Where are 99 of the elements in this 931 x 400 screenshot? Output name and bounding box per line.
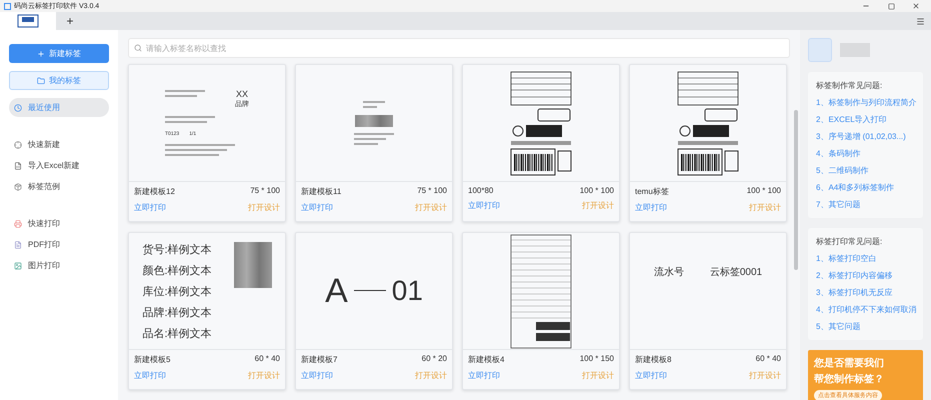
- preview-text: 流水号: [654, 266, 684, 279]
- help-title: 标签制作常见问题:: [816, 80, 884, 91]
- clock-icon: [14, 104, 22, 112]
- my-labels-button[interactable]: 我的标签: [9, 71, 109, 90]
- folder-icon: [37, 76, 45, 84]
- logo-icon: [17, 14, 39, 28]
- design-link[interactable]: 打开设计: [582, 370, 614, 381]
- preview-text: 颜色:样例文本: [142, 264, 212, 278]
- template-size: 100 * 150: [580, 354, 614, 365]
- help-link[interactable]: 5、二维码制作: [816, 165, 915, 176]
- design-link[interactable]: 打开设计: [749, 370, 781, 381]
- text-lines-drawing: [165, 88, 205, 98]
- search-field[interactable]: 请输入标签名称以查找: [128, 38, 790, 58]
- help-link[interactable]: 2、标签打印内容偏移: [816, 270, 915, 281]
- new-tab-button[interactable]: +: [56, 12, 84, 30]
- crosshair-icon: [14, 140, 22, 148]
- banner-headline: 帮您制作标签？: [814, 374, 885, 386]
- help-link[interactable]: 2、EXCEL导入打印: [816, 114, 915, 125]
- template-card[interactable]: 新建模板11 75 * 100 立即打印 打开设计: [295, 64, 453, 222]
- design-link[interactable]: 打开设计: [749, 202, 781, 213]
- preview-text: 库位:样例文本: [142, 284, 212, 298]
- print-link[interactable]: 立即打印: [635, 370, 667, 381]
- print-link[interactable]: 立即打印: [301, 370, 333, 381]
- template-size: 75 * 100: [417, 186, 447, 197]
- template-name: 新建模板7: [301, 354, 338, 365]
- preview-text: 01: [392, 275, 423, 307]
- app-logo-icon: [4, 2, 11, 10]
- text-lines-drawing: [354, 132, 394, 146]
- search-icon: [134, 44, 142, 52]
- template-name: 新建模板4: [468, 354, 504, 365]
- help-link[interactable]: 7、其它问题: [816, 199, 915, 210]
- template-card[interactable]: A 01 新建模板7 60 * 20 立即打印 打开设计: [295, 232, 453, 390]
- design-link[interactable]: 打开设计: [248, 370, 280, 381]
- template-card[interactable]: 新建模板4 100 * 150 立即打印 打开设计: [462, 232, 620, 390]
- design-link[interactable]: 打开设计: [248, 202, 280, 213]
- sidebar-item[interactable]: PDF打印: [9, 235, 109, 254]
- plus-icon: [37, 50, 45, 58]
- design-link[interactable]: 打开设计: [415, 202, 447, 213]
- help-link[interactable]: 5、其它问题: [816, 321, 915, 332]
- print-link[interactable]: 立即打印: [134, 370, 166, 381]
- sidebar-item[interactable]: 标签范例: [9, 177, 109, 196]
- box-icon: [14, 182, 22, 190]
- sidebar-item[interactable]: 快速新建: [9, 135, 109, 154]
- template-size: 60 * 40: [756, 354, 781, 365]
- print-link[interactable]: 立即打印: [468, 370, 500, 381]
- template-name: 新建模板8: [635, 354, 672, 365]
- template-size: 60 * 20: [422, 354, 447, 365]
- text-lines-drawing: [165, 114, 215, 124]
- text-lines-drawing: [363, 100, 385, 110]
- sidebar-item[interactable]: 最近使用: [9, 98, 109, 117]
- template-size: 100 * 100: [580, 186, 614, 195]
- preview-text: 品牌:样例文本: [142, 306, 212, 320]
- printer-icon: [14, 220, 22, 228]
- help-link[interactable]: 4、条码制作: [816, 148, 915, 159]
- preview-text: 货号:样例文本: [142, 242, 212, 256]
- preview-text: XX: [236, 88, 248, 98]
- help-link[interactable]: 3、序号递增 (01,02,03...): [816, 131, 915, 142]
- help-link[interactable]: 4、打印机停不下来如何取消: [816, 304, 915, 315]
- preview-text: 云标签0001: [710, 266, 762, 279]
- help-link[interactable]: 1、标签制作与列印流程简介: [816, 97, 915, 108]
- dash-line-icon: [354, 290, 386, 292]
- print-link[interactable]: 立即打印: [635, 202, 667, 213]
- print-link[interactable]: 立即打印: [468, 200, 500, 211]
- help-link[interactable]: 3、标签打印机无反应: [816, 287, 915, 298]
- sidebar-item[interactable]: 快速打印: [9, 214, 109, 233]
- banner-headline: 您是否需要我们: [814, 358, 885, 370]
- template-name: 100*80: [468, 186, 494, 195]
- spreadsheet-icon: [14, 162, 22, 170]
- template-name: 新建模板11: [301, 186, 342, 197]
- home-tab[interactable]: [0, 12, 56, 30]
- print-link[interactable]: 立即打印: [134, 202, 166, 213]
- blurred-image: [355, 114, 393, 126]
- template-name: temu标签: [635, 186, 669, 197]
- template-card[interactable]: 货号:样例文本 颜色:样例文本 库位:样例文本 品牌:样例文本 品名:样例文本 新建模板5 60 * 40 立即打印 打开设计: [128, 232, 286, 390]
- template-size: 100 * 100: [746, 186, 781, 197]
- sidebar-item[interactable]: 导入Excel新建: [9, 156, 109, 175]
- template-card[interactable]: 100*80 100 * 100 立即打印 打开设计: [462, 64, 620, 222]
- design-link[interactable]: 打开设计: [415, 370, 447, 381]
- preview-text: 品名:样例文本: [142, 326, 212, 340]
- blurred-image: [234, 242, 272, 288]
- template-card[interactable]: 流水号 云标签0001 新建模板8 60 * 40 立即打印 打开设计: [629, 232, 787, 390]
- template-card[interactable]: temu标签 100 * 100 立即打印 打开设计: [629, 64, 787, 222]
- sidebar-item[interactable]: 图片打印: [9, 256, 109, 275]
- help-link[interactable]: 6、A4和多列标签制作: [816, 182, 915, 193]
- template-size: 75 * 100: [250, 186, 280, 197]
- help-title: 标签打印常见问题:: [816, 236, 884, 247]
- design-link[interactable]: 打开设计: [582, 200, 614, 211]
- new-label-button[interactable]: 新建标签: [9, 44, 109, 63]
- image-icon: [14, 262, 22, 270]
- text-lines-drawing: [165, 142, 235, 158]
- avatar-placeholder: [808, 38, 832, 62]
- template-size: 60 * 40: [254, 354, 280, 365]
- template-name: 新建模板12: [134, 186, 175, 197]
- help-link[interactable]: 1、标签打印空白: [816, 253, 915, 264]
- scrollbar[interactable]: [794, 110, 798, 270]
- print-link[interactable]: 立即打印: [301, 202, 333, 213]
- preview-text: A: [325, 272, 348, 310]
- template-name: 新建模板5: [134, 354, 170, 365]
- document-icon: [14, 240, 22, 248]
